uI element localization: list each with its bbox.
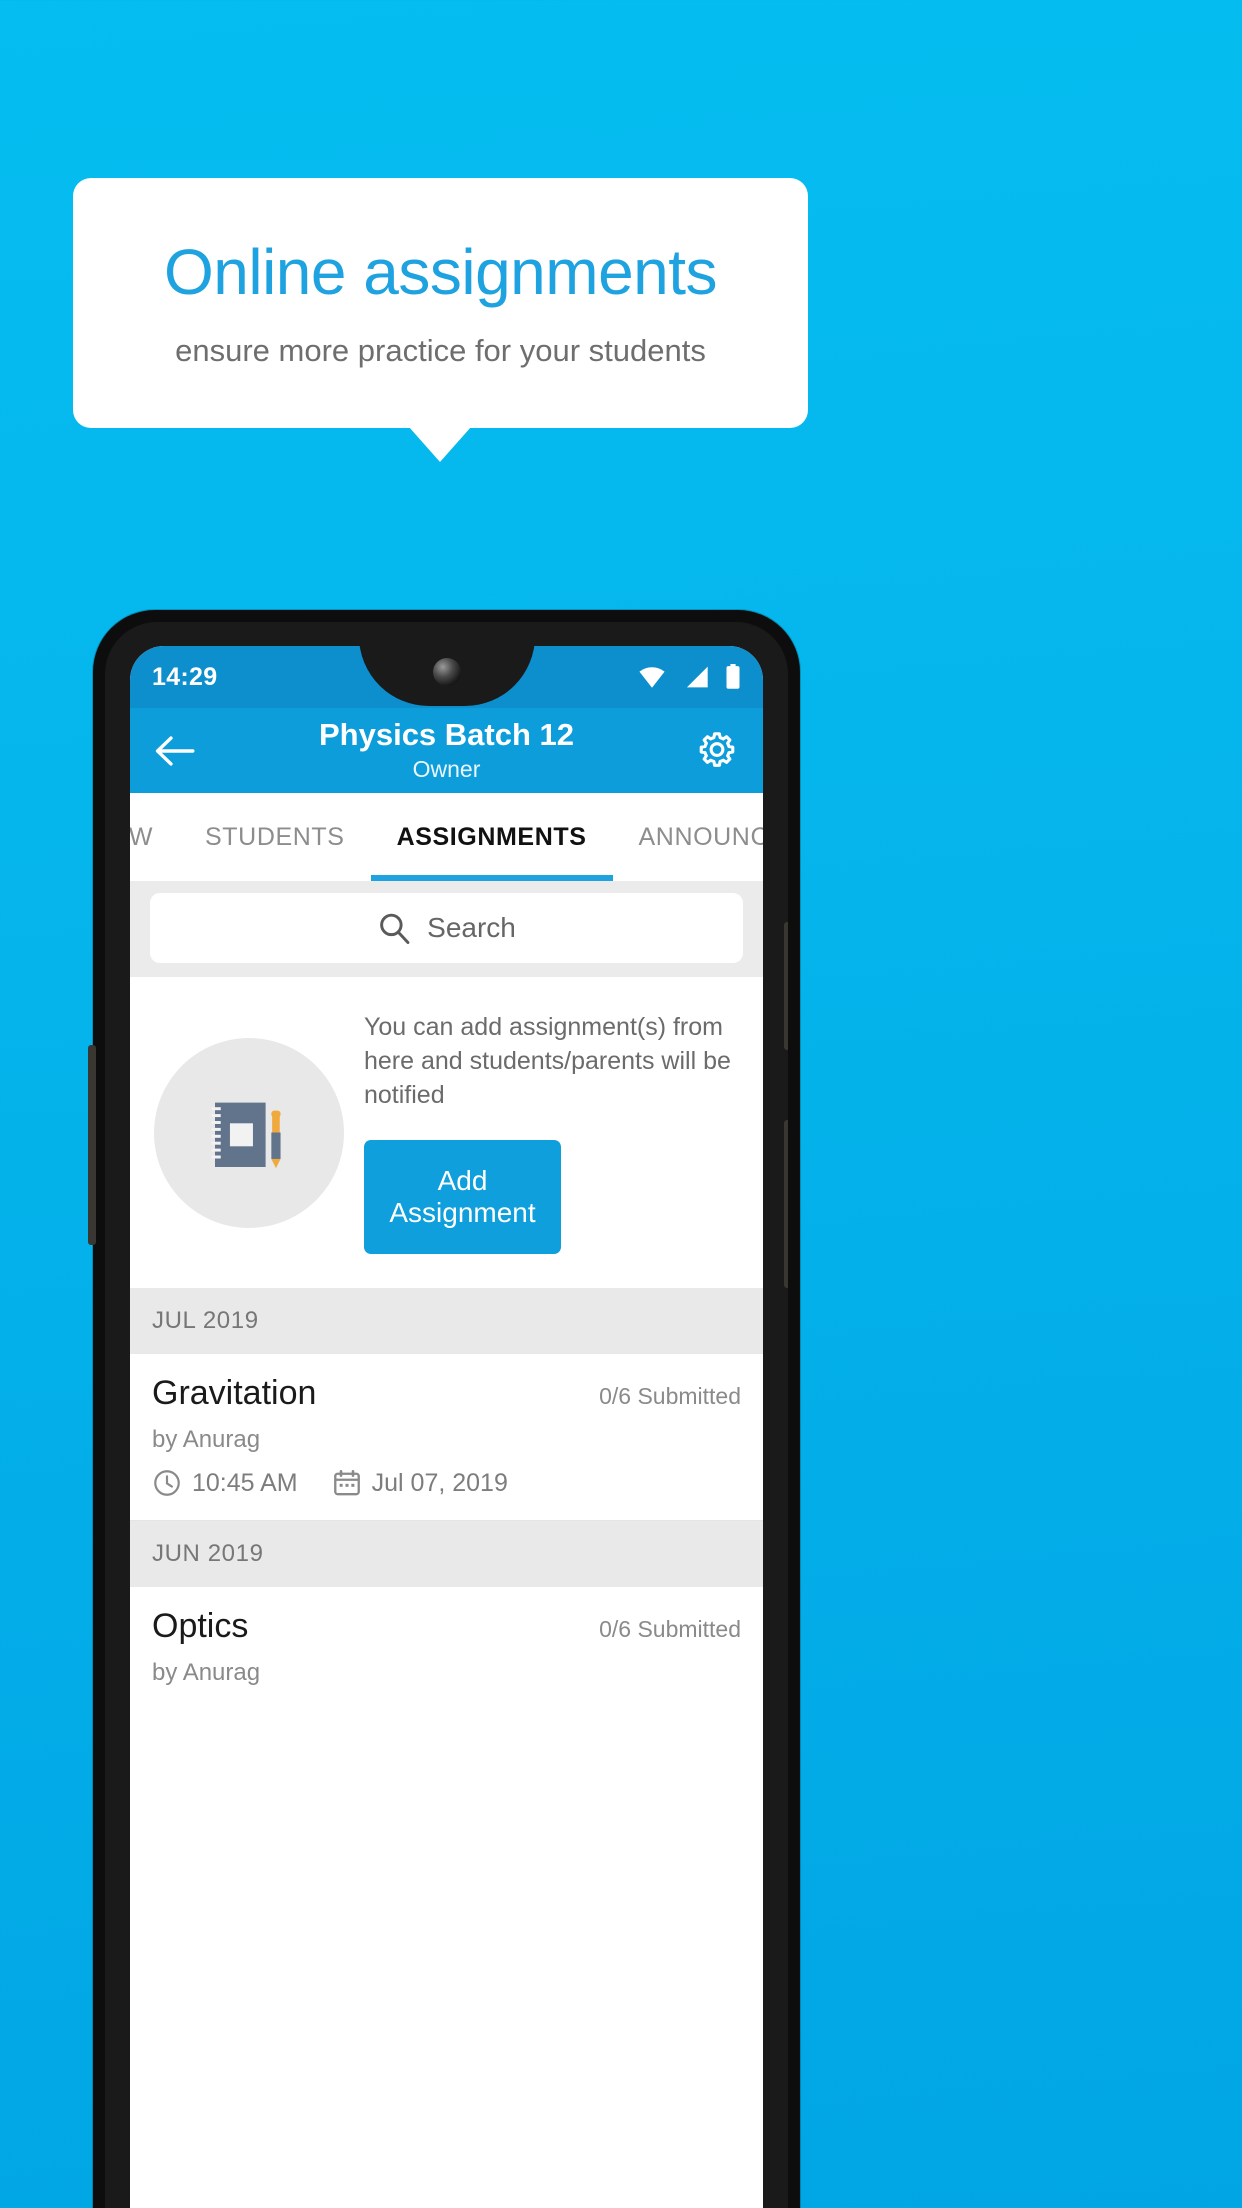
month-header-jun: JUN 2019 (130, 1521, 763, 1588)
notebook-and-pen-icon (154, 1037, 344, 1228)
search-placeholder: Search (427, 912, 516, 943)
search-container: Search (130, 881, 763, 977)
assignment-date: Jul 07, 2019 (371, 1468, 508, 1497)
assignment-status: 0/6 Submitted (599, 1616, 741, 1643)
phone-screen: 14:29 Physics Batch 12 Owner W STUDENTS … (130, 646, 763, 2208)
assignment-author: by Anurag (152, 1659, 261, 1687)
empty-state-card: You can add assignment(s) from here and … (130, 977, 763, 1289)
assignment-header: Gravitation 0/6 Submitted (152, 1374, 741, 1413)
app-bar: Physics Batch 12 Owner (130, 708, 763, 793)
promo-bubble-tail (409, 427, 471, 462)
phone-left-button[interactable] (88, 1045, 96, 1245)
assignment-title: Optics (152, 1607, 249, 1646)
page-title: Physics Batch 12 (318, 717, 575, 753)
add-assignment-button[interactable]: Add Assignment (364, 1140, 561, 1255)
status-bar-icons (637, 664, 741, 690)
month-header-jul: JUL 2019 (130, 1288, 763, 1355)
promo-title: Online assignments (163, 235, 718, 308)
status-bar: 14:29 (130, 646, 763, 708)
empty-state-text: You can add assignment(s) from here and … (364, 1013, 731, 1109)
assignment-row-optics[interactable]: Optics 0/6 Submitted by Anurag (130, 1587, 763, 1710)
camera-notch (358, 646, 535, 706)
assignment-header: Optics 0/6 Submitted (152, 1607, 741, 1646)
app-bar-titles: Physics Batch 12 Owner (130, 708, 763, 793)
promo-bubble: Online assignments ensure more practice … (73, 178, 808, 428)
phone-power-button[interactable] (784, 1120, 788, 1288)
assignment-title: Gravitation (152, 1374, 317, 1413)
clock-icon (152, 1468, 182, 1498)
calendar-icon (332, 1468, 362, 1498)
tab-bar: IEW STUDENTS ASSIGNMENTS ANNOUNCEM (130, 793, 763, 881)
tab-announcements[interactable]: ANNOUNCEM (613, 793, 763, 881)
assignment-status: 0/6 Submitted (599, 1383, 741, 1410)
phone-volume-button[interactable] (784, 922, 788, 1050)
front-camera-icon (432, 658, 461, 686)
search-input[interactable]: Search (150, 893, 743, 963)
battery-icon (725, 664, 741, 690)
tab-overview[interactable]: IEW (130, 793, 179, 881)
back-arrow-icon[interactable] (154, 734, 196, 768)
assignment-meta: 10:45 AM Jul 07, 2019 (152, 1468, 741, 1498)
cellular-signal-icon (683, 665, 709, 689)
tab-assignments[interactable]: ASSIGNMENTS (370, 793, 613, 881)
phone-bezel: 14:29 Physics Batch 12 Owner W STUDENTS … (105, 622, 788, 2208)
promo-subtitle: ensure more practice for your students (175, 333, 706, 369)
wifi-icon (637, 665, 667, 689)
phone-mockup: 14:29 Physics Batch 12 Owner W STUDENTS … (88, 610, 800, 2208)
page-subtitle: Owner (412, 755, 481, 782)
empty-state-body: You can add assignment(s) from here and … (364, 1011, 741, 1255)
assignment-row-gravitation[interactable]: Gravitation 0/6 Submitted by Anurag 10:4… (130, 1354, 763, 1521)
assignment-time: 10:45 AM (192, 1468, 298, 1497)
search-icon (377, 911, 411, 945)
status-bar-clock: 14:29 (152, 662, 218, 691)
tab-students[interactable]: STUDENTS (179, 793, 371, 881)
assignment-author: by Anurag (152, 1426, 261, 1454)
gear-icon[interactable] (695, 729, 739, 773)
